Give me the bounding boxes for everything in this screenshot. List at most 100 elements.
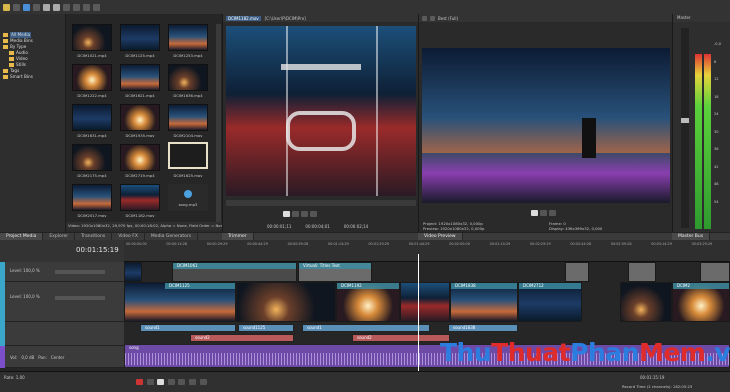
- settings-icon[interactable]: [422, 15, 427, 21]
- clip-video[interactable]: [124, 262, 142, 282]
- clip-audio[interactable]: sound1125: [238, 324, 294, 332]
- track-header-audio-2[interactable]: Vol: 0,0 dB Pan: Center: [0, 346, 124, 368]
- master-fader-handle[interactable]: [681, 118, 689, 123]
- volume-value[interactable]: 0,0 dB: [21, 355, 34, 360]
- pause-button[interactable]: [540, 210, 547, 216]
- tree-item[interactable]: Smart Bins: [3, 74, 63, 80]
- clip-video[interactable]: DCIM1192: [336, 282, 400, 322]
- track-header-video-2[interactable]: Level: 100,0 %: [0, 282, 124, 322]
- loop-button[interactable]: [146, 379, 154, 385]
- trimmer-strip[interactable]: [226, 200, 416, 206]
- clip-video[interactable]: [236, 282, 336, 322]
- cut-icon[interactable]: [63, 3, 70, 11]
- ruler-label: 00:00:59:28: [287, 242, 309, 246]
- trimmer-in-marker[interactable]: [286, 26, 288, 196]
- master-tab-bar: Master Bus: [672, 232, 730, 241]
- display-label: Display:: [549, 225, 564, 231]
- save-icon[interactable]: [23, 3, 30, 11]
- stop-button[interactable]: [301, 211, 308, 217]
- meter-scale: -0,0 6 12 18 24 30 36 42 48 54: [714, 42, 722, 204]
- clip-audio[interactable]: sound1: [302, 324, 430, 332]
- media-thumbnail[interactable]: DCIM1631.mp4: [72, 104, 112, 138]
- folder-icon: [9, 51, 14, 55]
- media-bin-scrollbar[interactable]: [216, 24, 221, 222]
- clip-title[interactable]: Virtuali: Titles Text: [298, 262, 372, 282]
- thumb-caption: DCIM1625.mov: [173, 173, 203, 178]
- record-button[interactable]: [136, 379, 143, 385]
- trimmer-times: 00:00:01;11 00:00:04;01 00:00:02;14: [267, 224, 368, 229]
- clip-title[interactable]: [565, 262, 589, 282]
- clip-audio[interactable]: sound2: [352, 334, 450, 342]
- split-icon[interactable]: [430, 15, 435, 21]
- media-thumbnail[interactable]: DCIM1222.mp4: [72, 64, 112, 98]
- transport-time: 00:01:15:19: [640, 375, 665, 380]
- thumb-caption: DCIM1125.mp4: [125, 53, 155, 58]
- clip-title[interactable]: [628, 262, 656, 282]
- media-thumbnail[interactable]: DCIM1125.mp4: [120, 24, 160, 58]
- track-level-slider[interactable]: [55, 296, 105, 300]
- new-icon[interactable]: [3, 3, 10, 11]
- thumb-caption: DCIM1935.mov: [125, 133, 155, 138]
- trimmer-panel: DCIM1182.mov [C:\User\P\DCIM\Pro] 00:00:…: [222, 14, 418, 240]
- clip-video[interactable]: [620, 282, 672, 322]
- pause-button[interactable]: [167, 379, 175, 385]
- clip-video[interactable]: DCIM1838: [450, 282, 518, 322]
- redo-icon[interactable]: [53, 3, 60, 11]
- loop-button[interactable]: [310, 211, 317, 217]
- media-thumbnail[interactable]: DCIM2017.mov: [72, 184, 112, 218]
- media-thumbnail[interactable]: DCIM1182.mov: [120, 184, 160, 218]
- trimmer-header: DCIM1182.mov [C:\User\P\DCIM\Pro]: [223, 14, 418, 22]
- clip-video[interactable]: DCIM2712: [518, 282, 582, 322]
- delete-icon[interactable]: [93, 3, 100, 11]
- clip-video[interactable]: DCIM1125: [124, 282, 236, 322]
- media-thumbnail[interactable]: DCIM1253.mp4: [168, 24, 208, 58]
- media-thumbnail[interactable]: DCIM2104.mov: [168, 104, 208, 138]
- track-header-video-1[interactable]: Level: 100,0 %: [0, 262, 124, 282]
- render-icon[interactable]: [33, 3, 40, 11]
- trimmer-time-length: 00:00:02;14: [343, 224, 369, 229]
- folder-icon: [9, 57, 14, 61]
- clip-title[interactable]: [700, 262, 730, 282]
- clip-audio[interactable]: sound1838: [448, 324, 518, 332]
- play-button[interactable]: [531, 210, 538, 216]
- media-thumbnail-selected[interactable]: DCIM1625.mov: [168, 142, 208, 178]
- track-level-slider[interactable]: [55, 270, 105, 274]
- media-thumbnail[interactable]: DCIM1636.mp4: [168, 64, 208, 98]
- watermark-part: Mem: [638, 338, 706, 367]
- video-preview-panel: Best (Full) Project: 1920x1080x32, 0,000…: [418, 14, 672, 240]
- paste-icon[interactable]: [83, 3, 90, 11]
- stop-button[interactable]: [549, 210, 556, 216]
- track-header-audio-1[interactable]: [0, 322, 124, 346]
- clip-video[interactable]: DCIM2: [672, 282, 730, 322]
- pan-value[interactable]: Center: [51, 355, 64, 360]
- play-button[interactable]: [283, 211, 290, 217]
- media-thumbnail[interactable]: DCIM2719.mp4: [120, 144, 160, 178]
- next-button[interactable]: [199, 379, 207, 385]
- clip-video[interactable]: DCIM1061: [172, 262, 297, 282]
- timeline-ruler[interactable]: 00:00:00:00 00:00:14:28 00:00:29:29 00:00:4…: [124, 240, 730, 262]
- transport-buttons: [136, 379, 209, 387]
- media-thumbnail[interactable]: song.mp3: [168, 184, 208, 211]
- trimmer-out-marker[interactable]: [376, 26, 378, 196]
- left-tab-bar: Project Media Explorer Transitions Video…: [0, 232, 222, 241]
- pause-button[interactable]: [292, 211, 299, 217]
- clip-audio[interactable]: sound1: [140, 324, 236, 332]
- master-fader[interactable]: [681, 28, 689, 228]
- media-thumbnail[interactable]: DCIM1621.mp4: [120, 64, 160, 98]
- folder-icon: [9, 63, 14, 67]
- folder-icon: [3, 33, 8, 37]
- clip-video[interactable]: [400, 282, 450, 322]
- clip-audio[interactable]: sound2: [190, 334, 294, 342]
- open-icon[interactable]: [13, 3, 20, 11]
- media-thumbnail[interactable]: DCIM1021.mp4: [72, 24, 112, 58]
- preview-quality-dropdown[interactable]: Best (Full): [438, 16, 458, 21]
- copy-icon[interactable]: [73, 3, 80, 11]
- stop-button[interactable]: [178, 379, 186, 385]
- playhead[interactable]: [418, 254, 419, 374]
- prev-button[interactable]: [188, 379, 196, 385]
- preview-label: Preview:: [423, 225, 439, 231]
- play-button[interactable]: [157, 379, 165, 385]
- media-thumbnail[interactable]: DCIM1935.mov: [120, 104, 160, 138]
- media-thumbnail[interactable]: DCIM2175.mp4: [72, 144, 112, 178]
- undo-icon[interactable]: [43, 3, 50, 11]
